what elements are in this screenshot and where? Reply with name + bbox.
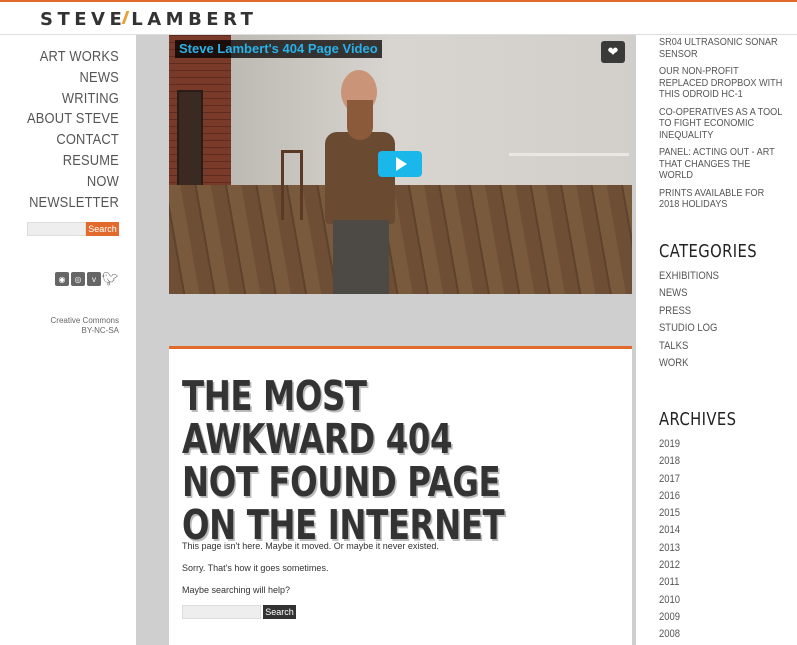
- site-header: STEVE LAMBERT: [0, 0, 797, 35]
- person-pants: [333, 220, 389, 294]
- license-line-2: BY-NC-SA: [81, 326, 120, 335]
- sidebar-search: Search: [27, 222, 119, 236]
- video-frame-pipe: [509, 153, 629, 156]
- article-paragraph-3: Maybe searching will help?: [182, 585, 291, 595]
- category-link[interactable]: STUDIO LOG: [659, 320, 719, 337]
- page-title: THE MOST AWKWARD 404 NOT FOUND PAGE ON T…: [182, 372, 505, 549]
- nav-item-about-steve[interactable]: ABOUT STEVE: [27, 109, 119, 130]
- nav-item-newsletter[interactable]: NEWSLETTER: [27, 193, 119, 214]
- recent-post-link[interactable]: PRINTS AVAILABLE FOR 2018 HOLIDAYS: [659, 187, 785, 211]
- article-search: Search: [182, 605, 296, 619]
- recent-post-link[interactable]: OUR NON-PROFIT REPLACED DROPBOX WITH THI…: [659, 65, 785, 101]
- archive-year-link[interactable]: 2012: [659, 557, 680, 574]
- category-link[interactable]: WORK: [659, 355, 719, 372]
- archive-year-link[interactable]: 2010: [659, 592, 680, 609]
- main-nav: ART WORKS NEWS WRITING ABOUT STEVE CONTA…: [12, 47, 119, 213]
- license-note[interactable]: Creative Commons BY-NC-SA: [51, 316, 119, 336]
- person-shirt: [325, 132, 395, 224]
- categories-list: EXHIBITIONS NEWS PRESS STUDIO LOG TALKS …: [659, 268, 729, 372]
- license-line-1: Creative Commons: [50, 316, 119, 325]
- nav-item-art-works[interactable]: ART WORKS: [27, 47, 119, 68]
- category-link[interactable]: PRESS: [659, 303, 719, 320]
- social-links: ◉ ◎ v 🐦︎: [55, 271, 119, 286]
- person-beard: [347, 100, 373, 140]
- category-link[interactable]: TALKS: [659, 338, 719, 355]
- recent-post-link[interactable]: CO-OPERATIVES AS A TOOL TO FIGHT ECONOMI…: [659, 106, 785, 142]
- logo-text-left: STEVE: [40, 9, 127, 30]
- nav-item-contact[interactable]: CONTACT: [27, 130, 119, 151]
- article-paragraph-1: This page isn't here. Maybe it moved. Or…: [182, 541, 439, 551]
- article-search-input[interactable]: [182, 605, 261, 619]
- archive-year-link[interactable]: 2018: [659, 453, 680, 470]
- archive-year-link[interactable]: 2014: [659, 522, 680, 539]
- category-link[interactable]: NEWS: [659, 285, 719, 302]
- archive-year-link[interactable]: 2011: [659, 574, 680, 591]
- nav-item-writing[interactable]: WRITING: [27, 89, 119, 110]
- archives-list: 2019 2018 2017 2016 2015 2014 2013 2012 …: [659, 436, 683, 644]
- sidebar-search-input[interactable]: [27, 222, 86, 236]
- site-logo[interactable]: STEVE LAMBERT: [40, 9, 257, 30]
- category-link[interactable]: EXHIBITIONS: [659, 268, 719, 285]
- categories-heading: CATEGORIES: [659, 241, 758, 262]
- video-title[interactable]: Steve Lambert's 404 Page Video: [175, 40, 382, 58]
- archive-year-link[interactable]: 2013: [659, 540, 680, 557]
- nav-item-news[interactable]: NEWS: [27, 68, 119, 89]
- nav-item-resume[interactable]: RESUME: [27, 151, 119, 172]
- nav-item-now[interactable]: NOW: [27, 172, 119, 193]
- instagram-icon[interactable]: ◎: [71, 272, 85, 286]
- twitter-icon[interactable]: 🐦︎: [102, 271, 119, 286]
- archive-year-link[interactable]: 2015: [659, 505, 680, 522]
- logo-text-right: LAMBERT: [131, 9, 258, 30]
- video-frame-chair: [281, 150, 303, 220]
- recent-post-link[interactable]: PANEL: ACTING OUT - ART THAT CHANGES THE…: [659, 146, 785, 182]
- archive-year-link[interactable]: 2017: [659, 471, 680, 488]
- archive-year-link[interactable]: 2016: [659, 488, 680, 505]
- article-search-button[interactable]: Search: [263, 605, 296, 619]
- archive-year-link[interactable]: 2009: [659, 609, 680, 626]
- recent-posts-list: SR04 ULTRASONIC SONAR SENSOR OUR NON-PRO…: [659, 36, 797, 217]
- vimeo-icon[interactable]: v: [87, 272, 101, 286]
- video-frame-person: [319, 70, 409, 294]
- recent-post-link[interactable]: SR04 ULTRASONIC SONAR SENSOR: [659, 36, 785, 60]
- archive-year-link[interactable]: 2008: [659, 626, 680, 643]
- article-paragraph-2: Sorry. That's how it goes sometimes.: [182, 563, 329, 573]
- sidebar-search-button[interactable]: Search: [86, 222, 119, 236]
- rss-icon[interactable]: ◉: [55, 272, 69, 286]
- archive-year-link[interactable]: 2019: [659, 436, 680, 453]
- heart-icon[interactable]: ❤: [601, 41, 625, 63]
- archives-heading: ARCHIVES: [659, 409, 737, 430]
- play-icon[interactable]: [378, 151, 422, 177]
